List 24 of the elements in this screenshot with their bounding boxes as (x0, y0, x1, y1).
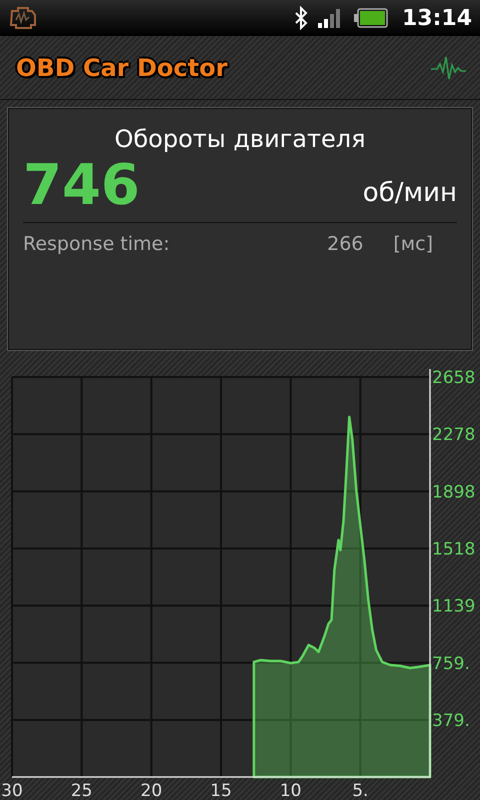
sensor-unit: об/мин (362, 178, 457, 208)
response-label: Response time: (23, 233, 171, 255)
battery-icon (354, 8, 388, 28)
status-time: 13:14 (402, 6, 472, 30)
y-tick-label: 1139 (432, 596, 476, 617)
y-tick-label: 759. (432, 654, 470, 674)
y-tick-label: 1518 (432, 540, 476, 560)
x-tick-label: 15 (210, 781, 232, 800)
response-value: 266 (327, 233, 364, 255)
x-tick-label: 25 (70, 781, 92, 800)
engine-icon (8, 5, 38, 31)
x-tick-label: 30 (1, 781, 23, 800)
y-tick-label: 2658 (432, 368, 476, 388)
response-unit: [мс] (393, 233, 433, 255)
y-tick-label: 1898 (432, 482, 476, 502)
app-title: OBD Car Doctor (16, 54, 228, 82)
sensor-name: Обороты двигателя (113, 125, 367, 153)
y-tick-label: 379. (432, 710, 470, 731)
x-tick-label: 10 (280, 781, 302, 800)
y-tick-label: 2278 (432, 425, 476, 446)
x-tick-label: 20 (140, 781, 162, 800)
bluetooth-icon (294, 6, 308, 30)
sensor-value: 746 (23, 153, 140, 218)
x-tick-label: 5. (352, 781, 368, 800)
